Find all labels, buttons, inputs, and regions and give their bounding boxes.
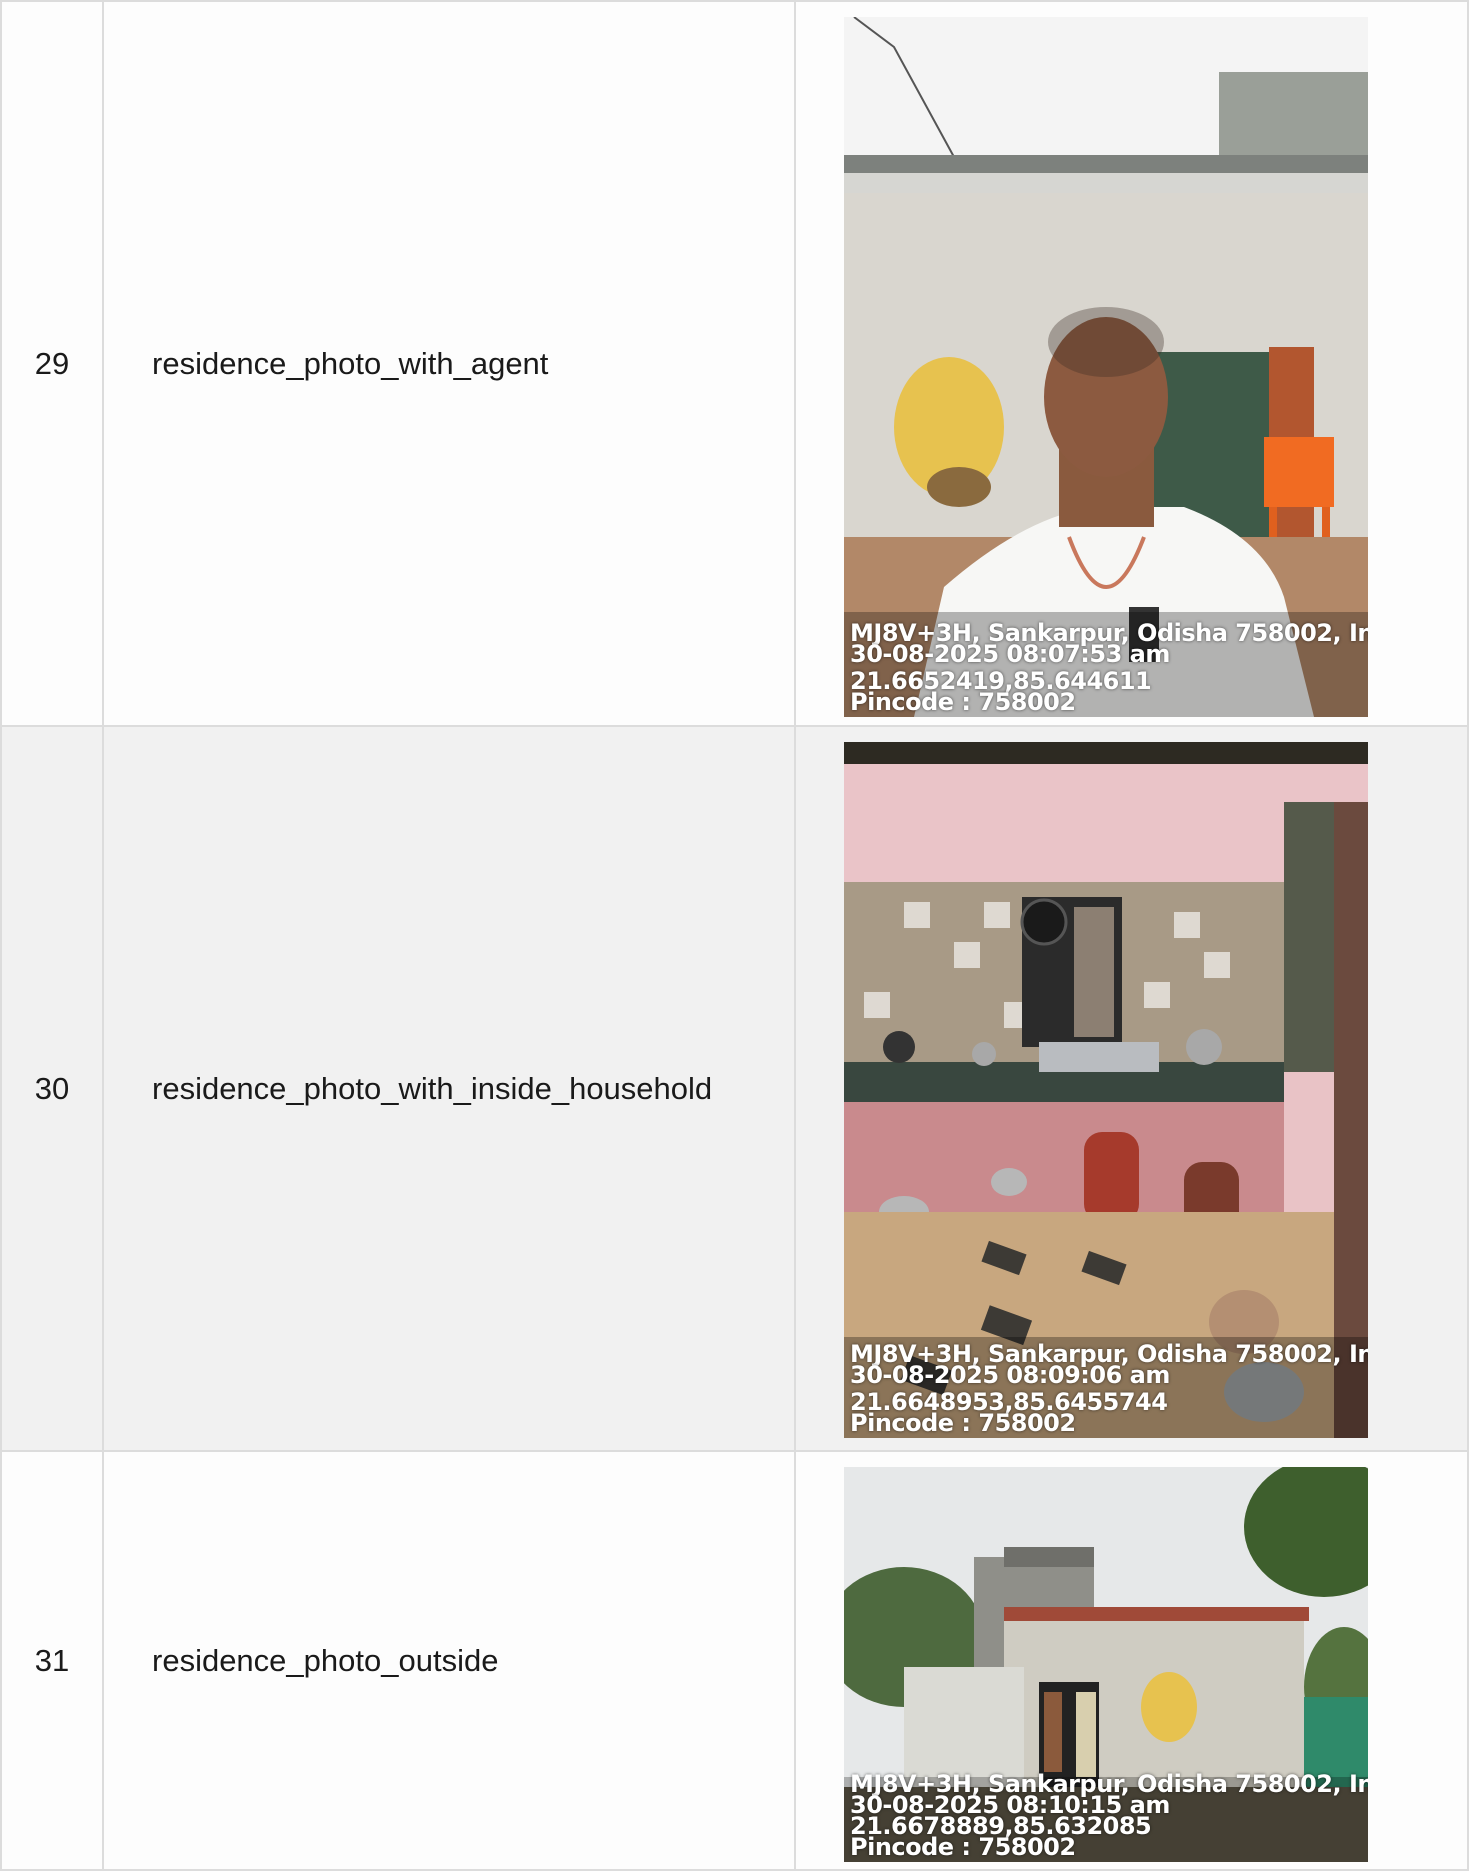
row-photo-name: residence_photo_with_agent — [102, 0, 796, 727]
selfie-illustration — [844, 17, 1368, 717]
stamp-datetime: 30-08-2025 08:07:53 am — [850, 640, 1170, 668]
photo-cell: MJ8V+3H, Sankarpur, Odisha 758002, India… — [794, 725, 1469, 1452]
photo-cell: MJ8V+3H, Sankarpur, Odisha 758002, India… — [794, 0, 1469, 727]
stamp-datetime: 30-08-2025 08:09:06 am — [850, 1361, 1170, 1389]
photo-stamp: MJ8V+3H, Sankarpur, Odisha 758002, India… — [850, 1342, 1368, 1437]
residence-photo-agent[interactable]: MJ8V+3H, Sankarpur, Odisha 758002, India… — [844, 17, 1368, 717]
residence-photo-outside[interactable]: MJ8V+3H, Sankarpur, Odisha 758002, India… — [844, 1467, 1368, 1862]
table-row: 30 residence_photo_with_inside_household — [0, 725, 1469, 1452]
row-index: 29 — [0, 0, 104, 727]
table-row: 31 residence_photo_outside MJ8V+3H, Sank… — [0, 1450, 1469, 1871]
stamp-pincode: Pincode : 758002 — [850, 1409, 1076, 1437]
photo-table: 29 residence_photo_with_agent MJ8V+3H, S… — [0, 0, 1469, 1871]
row-index: 31 — [0, 1450, 104, 1871]
photo-stamp: MJ8V+3H, Sankarpur, Odisha 758002, India… — [850, 1772, 1368, 1861]
photo-cell: MJ8V+3H, Sankarpur, Odisha 758002, India… — [794, 1450, 1469, 1871]
photo-stamp: MJ8V+3H, Sankarpur, Odisha 758002, India… — [850, 621, 1368, 716]
residence-photo-inside[interactable]: MJ8V+3H, Sankarpur, Odisha 758002, India… — [844, 742, 1368, 1438]
row-photo-name: residence_photo_with_inside_household — [102, 725, 796, 1452]
table-row: 29 residence_photo_with_agent MJ8V+3H, S… — [0, 0, 1469, 727]
stamp-pincode: Pincode : 758002 — [850, 1833, 1076, 1861]
stamp-pincode: Pincode : 758002 — [850, 688, 1076, 716]
kitchen-illustration — [844, 742, 1368, 1438]
row-photo-name: residence_photo_outside — [102, 1450, 796, 1871]
row-index: 30 — [0, 725, 104, 1452]
